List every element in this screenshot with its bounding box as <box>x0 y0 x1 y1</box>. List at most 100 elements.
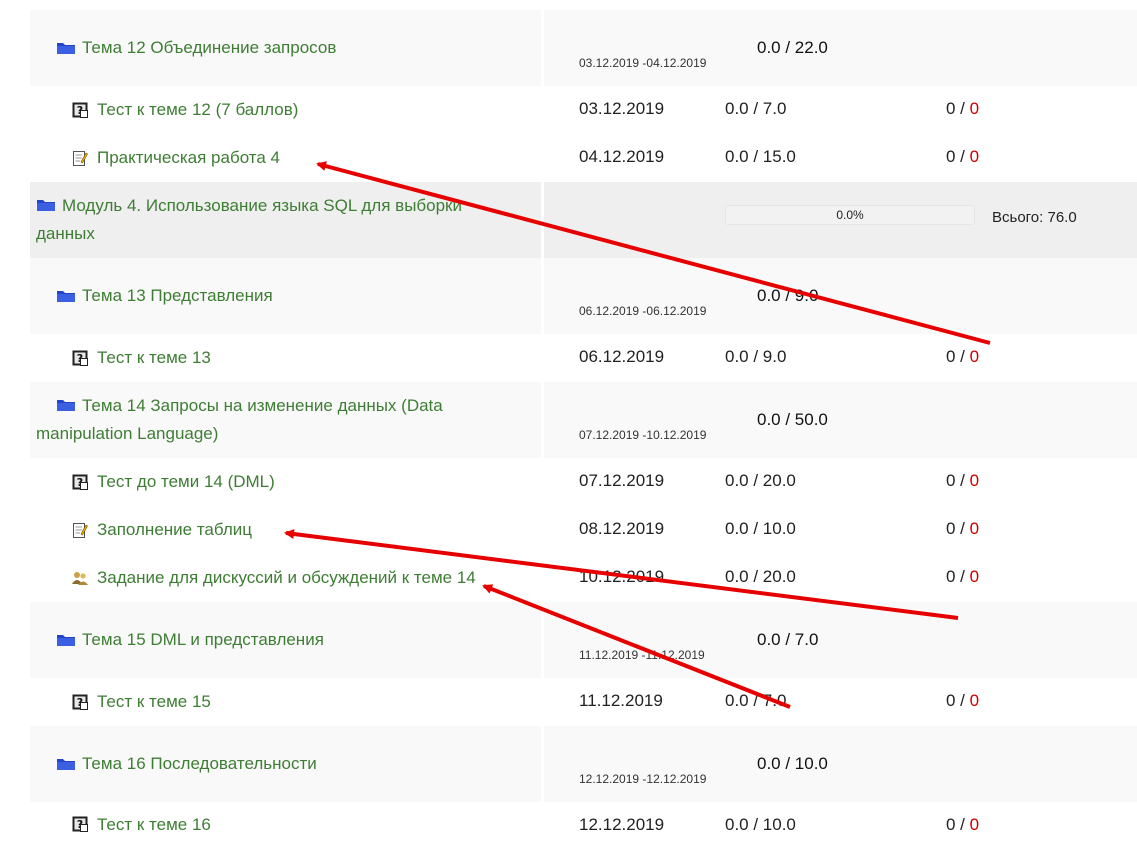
activity-row: Тест к теме 13 06.12.2019 0.0 / 9.0 0 / … <box>30 334 1137 382</box>
activity-link[interactable]: Практическая работа 4 <box>97 144 280 172</box>
topic-name: Тема 12 Объединение запросов <box>56 10 336 86</box>
topic-dates: 06.12.2019 -06.12.2019 <box>579 304 707 318</box>
topic-row: Тема 12 Объединение запросов 03.12.2019 … <box>30 10 1137 86</box>
activity-date: 07.12.2019 <box>579 471 665 490</box>
topic-link[interactable]: Тема 12 Объединение запросов <box>82 34 336 62</box>
topic-score: 0.0 / 10.0 <box>757 754 828 773</box>
activity-date: 12.12.2019 <box>579 815 665 834</box>
topic-name: Тема 14 Запросы на изменение данных (Dat… <box>36 382 516 458</box>
attempts-zero: 0 <box>969 471 980 490</box>
activity-row: Задание для дискуссий и обсуждений к тем… <box>30 554 1137 602</box>
attempts-count: 0 / 0 <box>946 567 980 586</box>
activity-row: Тест до теми 14 (DML) 07.12.2019 0.0 / 2… <box>30 458 1137 506</box>
activity-score: 0.0 / 7.0 <box>725 99 787 118</box>
forum-icon <box>72 570 88 586</box>
activity-name: Тест к теме 15 <box>72 678 211 726</box>
activity-score: 0.0 / 10.0 <box>725 815 796 834</box>
folder-icon <box>56 398 76 412</box>
activity-link[interactable]: Тест к теме 16 <box>97 811 211 839</box>
activity-date: 11.12.2019 <box>579 691 663 710</box>
quiz-icon <box>72 474 88 490</box>
topic-score: 0.0 / 9.0 <box>757 286 819 305</box>
quiz-icon <box>72 816 88 832</box>
activity-link[interactable]: Тест к теме 12 (7 баллов) <box>97 96 298 124</box>
assignment-icon <box>72 522 88 538</box>
quiz-icon <box>72 694 88 710</box>
topic-dates: 03.12.2019 -04.12.2019 <box>579 56 707 70</box>
attempts-zero: 0 <box>969 567 980 586</box>
attempts-zero: 0 <box>969 147 980 166</box>
folder-icon <box>56 289 76 303</box>
attempts-zero: 0 <box>969 815 980 834</box>
activity-date: 08.12.2019 <box>579 519 665 538</box>
folder-icon <box>56 757 76 771</box>
column-gap <box>541 10 544 843</box>
module-link[interactable]: Модуль 4. Использование языка SQL для вы… <box>36 192 516 248</box>
topic-name: Тема 13 Представления <box>56 258 273 334</box>
activity-row: Заполнение таблиц 08.12.2019 0.0 / 10.0 … <box>30 506 1137 554</box>
attempts-zero: 0 <box>969 347 980 366</box>
activity-name: Заполнение таблиц <box>72 506 252 554</box>
attempts-count: 0 / 0 <box>946 691 980 710</box>
attempts-count: 0 / 0 <box>946 147 980 166</box>
activity-date: 10.12.2019 <box>579 567 665 586</box>
activity-score: 0.0 / 10.0 <box>725 519 796 538</box>
activity-link[interactable]: Заполнение таблиц <box>97 516 252 544</box>
activity-row: Тест к теме 16 12.12.2019 0.0 / 10.0 0 /… <box>30 802 1137 843</box>
topic-name: Тема 15 DML и представления <box>56 602 324 678</box>
topic-dates: 07.12.2019 -10.12.2019 <box>579 428 707 442</box>
module-name: Модуль 4. Использование языка SQL для вы… <box>36 182 516 258</box>
topic-row: Тема 16 Последовательности 12.12.2019 -1… <box>30 726 1137 802</box>
activity-name: Тест к теме 16 <box>72 802 211 843</box>
attempts-zero: 0 <box>969 99 980 118</box>
topic-row: Тема 15 DML и представления 11.12.2019 -… <box>30 602 1137 678</box>
activity-name: Практическая работа 4 <box>72 134 280 182</box>
folder-icon <box>36 198 56 212</box>
quiz-icon <box>72 102 88 118</box>
attempts-count: 0 / 0 <box>946 99 980 118</box>
activity-score: 0.0 / 20.0 <box>725 567 796 586</box>
module-total: Всього: 76.0 <box>992 209 1077 226</box>
activity-link[interactable]: Тест до теми 14 (DML) <box>97 468 275 496</box>
topic-score: 0.0 / 50.0 <box>757 410 828 429</box>
activity-name: Тест к теме 12 (7 баллов) <box>72 86 298 134</box>
attempts-count: 0 / 0 <box>946 347 980 366</box>
topic-score: 0.0 / 7.0 <box>757 630 819 649</box>
activity-row: Тест к теме 12 (7 баллов) 03.12.2019 0.0… <box>30 86 1137 134</box>
activity-link[interactable]: Тест к теме 13 <box>97 344 211 372</box>
activity-link[interactable]: Тест к теме 15 <box>97 688 211 716</box>
topic-name: Тема 16 Последовательности <box>56 726 317 802</box>
activity-score: 0.0 / 15.0 <box>725 147 796 166</box>
attempts-zero: 0 <box>969 519 980 538</box>
folder-icon <box>56 41 76 55</box>
topic-row: Тема 14 Запросы на изменение данных (Dat… <box>30 382 1137 458</box>
activity-name: Задание для дискуссий и обсуждений к тем… <box>72 554 476 602</box>
activity-date: 04.12.2019 <box>579 147 665 166</box>
activity-score: 0.0 / 9.0 <box>725 347 787 366</box>
topic-link[interactable]: Тема 15 DML и представления <box>82 626 324 654</box>
attempts-zero: 0 <box>969 691 980 710</box>
activity-name: Тест до теми 14 (DML) <box>72 458 275 506</box>
activity-link[interactable]: Задание для дискуссий и обсуждений к тем… <box>97 564 476 592</box>
topic-score: 0.0 / 22.0 <box>757 38 828 57</box>
module-row: Модуль 4. Использование языка SQL для вы… <box>30 182 1137 258</box>
topic-link[interactable]: Тема 13 Представления <box>82 282 273 310</box>
topic-dates: 12.12.2019 -12.12.2019 <box>579 772 707 786</box>
topic-link[interactable]: Тема 16 Последовательности <box>82 750 317 778</box>
quiz-icon <box>72 350 88 366</box>
topic-dates: 11.12.2019 -11.12.2019 <box>579 648 705 662</box>
assignment-icon <box>72 150 88 166</box>
activity-name: Тест к теме 13 <box>72 334 211 382</box>
attempts-count: 0 / 0 <box>946 519 980 538</box>
activity-score: 0.0 / 20.0 <box>725 471 796 490</box>
module-progress-bar: 0.0% <box>725 205 975 225</box>
attempts-count: 0 / 0 <box>946 471 980 490</box>
folder-icon <box>56 633 76 647</box>
activity-date: 03.12.2019 <box>579 99 665 118</box>
activity-row: Практическая работа 4 04.12.2019 0.0 / 1… <box>30 134 1137 182</box>
topic-row: Тема 13 Представления 06.12.2019 -06.12.… <box>30 258 1137 334</box>
activity-score: 0.0 / 7.0 <box>725 691 787 710</box>
attempts-count: 0 / 0 <box>946 815 980 834</box>
activity-date: 06.12.2019 <box>579 347 665 366</box>
topic-link[interactable]: Тема 14 Запросы на изменение данных (Dat… <box>36 392 516 448</box>
